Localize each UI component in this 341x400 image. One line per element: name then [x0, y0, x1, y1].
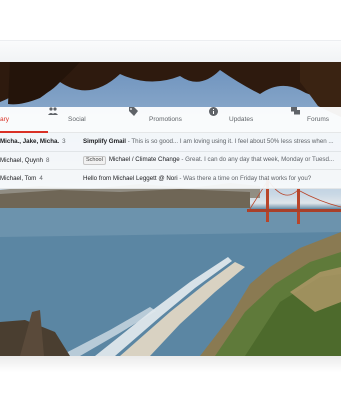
tab-label: Updates	[229, 116, 254, 123]
tab-forums[interactable]: Forums	[291, 106, 341, 133]
label-chip[interactable]: School	[83, 155, 106, 165]
tab-label: Promotions	[149, 116, 182, 123]
tab-label: Social	[68, 116, 86, 123]
tab-updates[interactable]: Updates	[209, 106, 291, 133]
tab-promotions[interactable]: Promotions	[129, 106, 209, 133]
email-subject: Michael / Climate Change	[108, 155, 180, 163]
email-sender: Micha., Jake, Micha. 3	[0, 138, 66, 146]
tag-icon	[129, 106, 143, 125]
category-tabs: ary Social Promotions Updates Forums	[0, 106, 341, 133]
email-subject: Simplify Gmail	[83, 138, 126, 146]
email-line: Simplify Gmail - This is so good... I am…	[80, 138, 341, 145]
thread-count: 3	[62, 138, 66, 146]
tab-label: Forums	[307, 116, 330, 123]
thread-count: 4	[39, 175, 43, 183]
email-snippet: - Was there a time on Friday that works …	[177, 175, 312, 183]
email-row[interactable]: Micha., Jake, Micha. 3 Simplify Gmail - T…	[0, 133, 341, 152]
email-line: Hello from Michael Leggett @ Nori - Was …	[80, 175, 341, 182]
email-snippet: - This is so good... I am loving using i…	[125, 138, 334, 146]
forum-icon	[291, 106, 301, 125]
background-photo: ary Social Promotions Updates Forums Mic…	[0, 62, 341, 356]
email-subject: Hello from Michael Leggett @ Nori	[83, 175, 178, 183]
info-icon	[209, 106, 223, 125]
email-row[interactable]: Michael, Tom 4 Hello from Michael Leggett…	[0, 170, 341, 189]
tab-label: ary	[0, 116, 10, 123]
thread-count: 8	[46, 156, 50, 164]
window-top-bar	[0, 40, 341, 62]
tab-primary[interactable]: ary	[0, 107, 48, 133]
window-bottom-shadow	[0, 356, 341, 372]
email-snippet: - Great. I can do any day that week, Mon…	[179, 155, 335, 163]
email-sender: Michael, Quynh 8	[0, 156, 50, 164]
people-icon	[48, 106, 62, 125]
email-line: School Michael / Climate Change - Great. …	[80, 155, 341, 165]
email-row[interactable]: Michael, Quynh 8 School Michael / Climate …	[0, 151, 341, 170]
email-sender: Michael, Tom 4	[0, 175, 43, 183]
email-list-panel: ary Social Promotions Updates Forums Mic…	[0, 106, 341, 189]
tab-social[interactable]: Social	[48, 106, 129, 133]
